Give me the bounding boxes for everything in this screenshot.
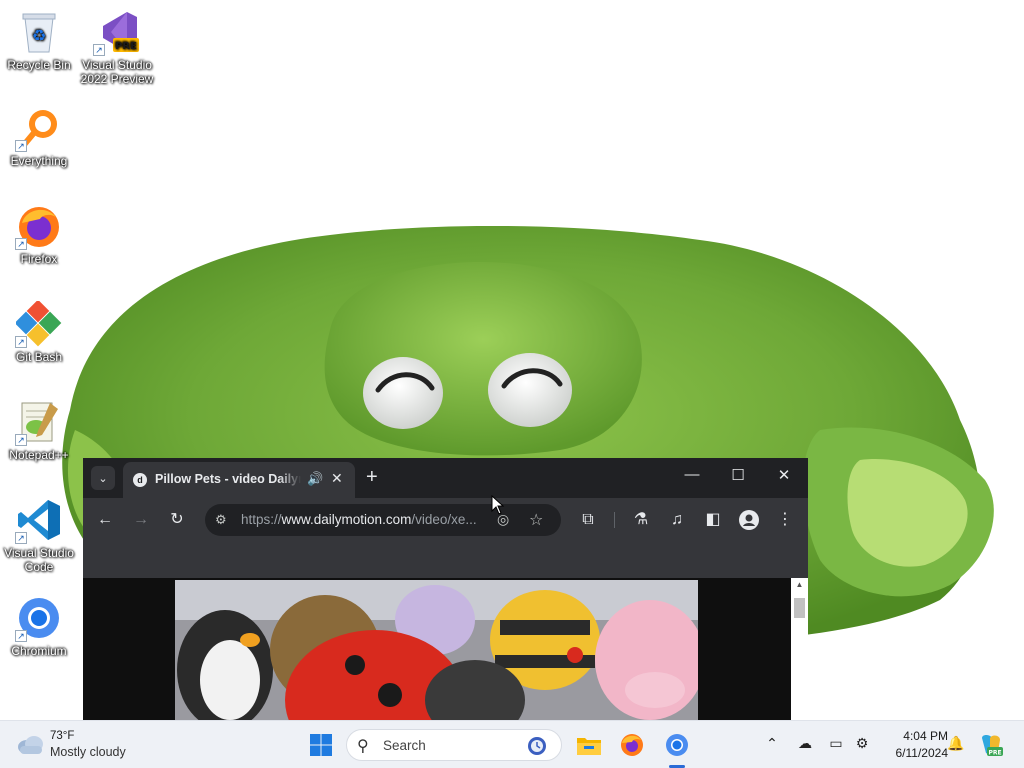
chevron-down-icon: ⌄ <box>98 472 108 485</box>
new-tab-button[interactable]: + <box>366 466 378 488</box>
dailymotion-icon: d <box>133 473 147 487</box>
desktop-icon-label: Notepad++ <box>9 448 69 462</box>
firefox-icon: ↗ <box>15 202 63 250</box>
browser-window: ⌄ d Pillow Pets - video Dailymotion 🔊 ✕ … <box>83 458 808 720</box>
browser-toolbar: ← → ↻ ⚙ https://www.dailymotion.com/vide… <box>83 498 808 542</box>
copilot-icon[interactable]: PRE <box>978 732 1004 758</box>
search-icon: ⚲ <box>357 738 369 755</box>
profile-icon[interactable] <box>739 510 759 530</box>
forward-button[interactable]: → <box>131 510 151 530</box>
side-panel-icon[interactable]: ◧ <box>703 510 723 530</box>
desktop-icon-label: Git Bash <box>15 350 63 364</box>
address-bar[interactable]: ⚙ https://www.dailymotion.com/video/xe..… <box>205 504 561 536</box>
tab-active[interactable]: d Pillow Pets - video Dailymotion 🔊 ✕ <box>123 462 355 498</box>
notification-bell-icon[interactable]: 🔔 <box>946 735 966 752</box>
network-icon[interactable]: ⚙ <box>852 735 872 752</box>
desktop-icon-label: Visual Studio 2022 Preview <box>80 58 154 86</box>
minimize-button[interactable]: — <box>680 466 704 488</box>
site-info-icon[interactable]: ⚙ <box>215 512 227 528</box>
bookmark-star-icon[interactable]: ☆ <box>529 510 543 530</box>
page-scrollbar[interactable]: ▲ <box>791 578 808 720</box>
file-explorer-icon[interactable] <box>575 731 603 759</box>
desktop-icon-vscode[interactable]: ↗ Visual Studio Code <box>1 496 77 574</box>
close-window-button[interactable]: ✕ <box>772 466 796 488</box>
chromium-taskbar-icon[interactable] <box>663 731 691 759</box>
back-button[interactable]: ← <box>95 510 115 530</box>
weather-description: Mostly cloudy <box>50 745 126 759</box>
media-control-icon[interactable]: ♫ <box>667 510 687 530</box>
notepad-plus-plus-icon: ↗ <box>15 398 63 446</box>
tab-title: Pillow Pets - video Dailymotion <box>155 472 301 486</box>
search-highlight-icon <box>528 737 546 755</box>
maximize-button[interactable]: ☐ <box>726 466 750 488</box>
desktop-icon-label: Firefox <box>20 252 58 266</box>
bookmarks-bar <box>83 542 808 578</box>
firefox-taskbar-icon[interactable] <box>618 731 646 759</box>
clock-time[interactable]: 4:04 PM <box>880 729 948 743</box>
tab-search-button[interactable]: ⌄ <box>91 466 115 490</box>
scrollbar-thumb[interactable] <box>794 598 805 618</box>
url-text[interactable]: https://www.dailymotion.com/video/xe... <box>241 512 493 528</box>
onedrive-offline-icon[interactable]: ☁ <box>795 735 815 752</box>
desktop-icon-label: Visual Studio Code <box>4 546 74 574</box>
scroll-up-arrow-icon[interactable]: ▲ <box>791 578 808 592</box>
shortcut-arrow-icon: ↗ <box>15 434 27 446</box>
desktop-icon-everything[interactable]: ↗ Everything <box>1 104 77 168</box>
labs-flask-icon[interactable]: ⚗ <box>631 510 651 530</box>
everything-search-icon: ↗ <box>15 104 63 152</box>
copilot-badge-text: PRE <box>988 750 1001 757</box>
svg-text:♻: ♻ <box>32 26 46 45</box>
url-host: www.dailymotion.com <box>281 512 412 527</box>
chevron-up-icon[interactable]: ⌃ <box>762 735 782 752</box>
git-bash-icon: ↗ <box>15 300 63 348</box>
desktop-icon-git-bash[interactable]: ↗ Git Bash <box>1 300 77 364</box>
chromium-icon: ↗ <box>15 594 63 642</box>
desktop-icon-label: Everything <box>10 154 68 168</box>
desktop-icon-recycle-bin[interactable]: ♻ Recycle Bin <box>1 8 77 72</box>
vscode-icon: ↗ <box>15 496 63 544</box>
url-path: /video/xe... <box>411 512 477 527</box>
speaker-icon[interactable]: 🔊 <box>307 471 323 487</box>
video-player[interactable] <box>175 580 698 720</box>
taskbar: 73°F Mostly cloudy ⚲ Search ⌃ ☁ ▭ ⚙ 4:04… <box>0 720 1024 768</box>
desktop-icon-notepad-plus-plus[interactable]: ↗ Notepad++ <box>1 398 77 462</box>
page-viewport[interactable]: ▲ <box>83 578 808 720</box>
windows-start-icon[interactable] <box>307 731 335 759</box>
tab-close-button[interactable]: ✕ <box>331 470 343 487</box>
menu-button[interactable]: ⋮ <box>775 510 795 530</box>
weather-temperature: 73°F <box>50 730 75 742</box>
desktop-icon-chromium[interactable]: ↗ Chromium <box>1 594 77 658</box>
search-label: Search <box>383 738 426 753</box>
desktop-icon-label: Chromium <box>11 644 67 658</box>
cloud-icon <box>18 736 43 754</box>
extensions-icon[interactable]: ⧉ <box>578 510 598 530</box>
video-frame-thumbnail <box>175 580 698 720</box>
taskbar-search-box[interactable]: ⚲ Search <box>346 729 562 761</box>
shortcut-arrow-icon: ↗ <box>15 532 27 544</box>
shortcut-arrow-icon: ↗ <box>15 238 27 250</box>
visual-studio-preview-icon: PRE ↗ <box>93 8 141 56</box>
shortcut-arrow-icon: ↗ <box>93 44 105 56</box>
mouse-cursor-icon <box>491 495 505 515</box>
preview-badge: PRE <box>115 41 137 52</box>
desktop-icon-firefox[interactable]: ↗ Firefox <box>1 202 77 266</box>
toolbar-separator <box>614 512 615 528</box>
display-icon[interactable]: ▭ <box>826 735 846 752</box>
desktop-icon-label: Recycle Bin <box>7 58 71 72</box>
tab-strip: ⌄ d Pillow Pets - video Dailymotion 🔊 ✕ … <box>83 458 808 498</box>
shortcut-arrow-icon: ↗ <box>15 336 27 348</box>
shortcut-arrow-icon: ↗ <box>15 630 27 642</box>
shortcut-arrow-icon: ↗ <box>15 140 27 152</box>
clock-date[interactable]: 6/11/2024 <box>880 746 949 760</box>
reload-button[interactable]: ↻ <box>167 510 187 530</box>
recycle-bin-icon: ♻ <box>15 8 63 56</box>
url-scheme: https:// <box>241 512 282 527</box>
desktop-icon-visual-studio-preview[interactable]: PRE ↗ Visual Studio 2022 Preview <box>79 8 155 86</box>
